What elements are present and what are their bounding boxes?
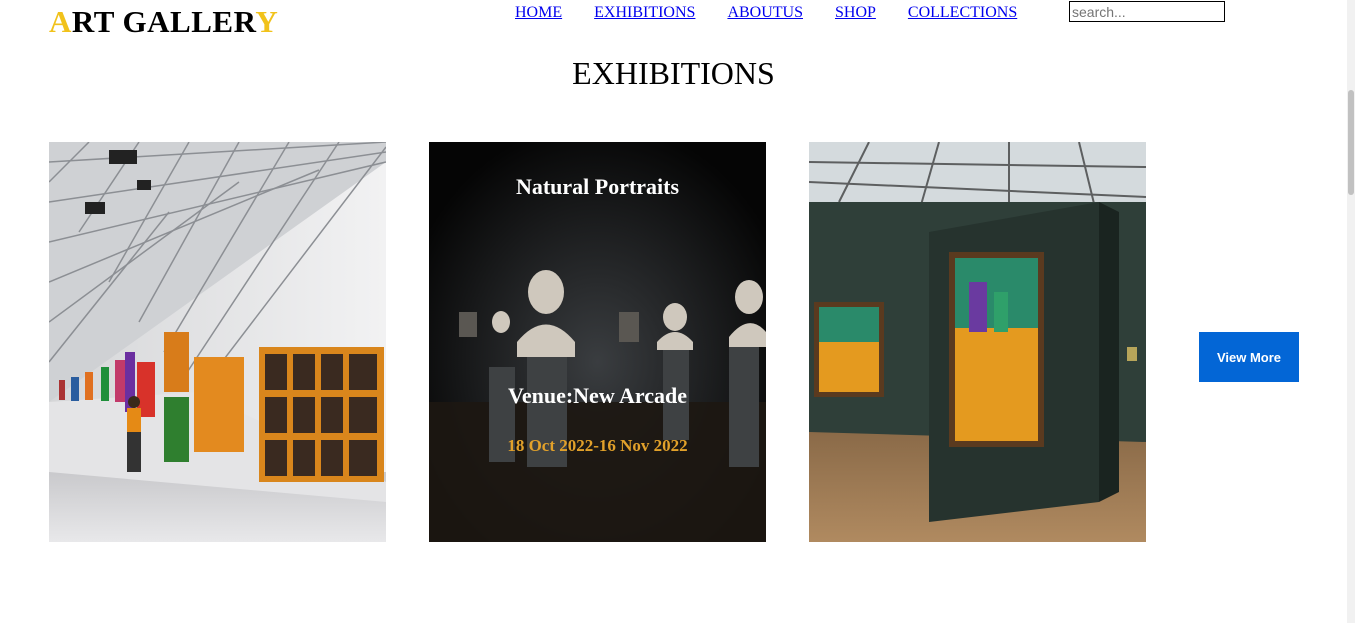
exhibition-card-featured[interactable]: Natural Portraits Venue:New Arcade 18 Oc… [429,142,766,542]
search-input[interactable] [1069,1,1225,22]
exhibition-dates: 18 Oct 2022-16 Nov 2022 [507,436,688,455]
gallery-hall-image [49,142,386,542]
featured-overlay: Natural Portraits Venue:New Arcade 18 Oc… [429,142,766,542]
exhibition-card-gallery-room[interactable] [809,142,1146,542]
page-title: EXHIBITIONS [572,55,775,91]
nav-home[interactable]: HOME [515,4,562,22]
main-nav: HOME EXHIBITIONS ABOUTUS SHOP COLLECTION… [515,4,1017,22]
exhibition-title: Natural Portraits [515,174,680,199]
site-logo[interactable]: ART GALLERY [49,4,278,40]
logo-text: RT GALLER [71,4,256,39]
nav-aboutus[interactable]: ABOUTUS [727,4,803,22]
nav-collections[interactable]: COLLECTIONS [908,4,1017,22]
nav-shop[interactable]: SHOP [835,4,876,22]
gallery-room-image [809,142,1146,542]
view-more-button[interactable]: View More [1199,332,1299,382]
exhibition-card-gallery-hall[interactable] [49,142,386,542]
page-scrollbar[interactable] [1347,0,1355,623]
scrollbar-thumb[interactable] [1348,90,1354,195]
logo-letter-y: Y [255,4,279,39]
nav-exhibitions[interactable]: EXHIBITIONS [594,4,695,22]
logo-letter-a: A [49,4,72,39]
exhibition-venue: Venue:New Arcade [507,383,688,408]
